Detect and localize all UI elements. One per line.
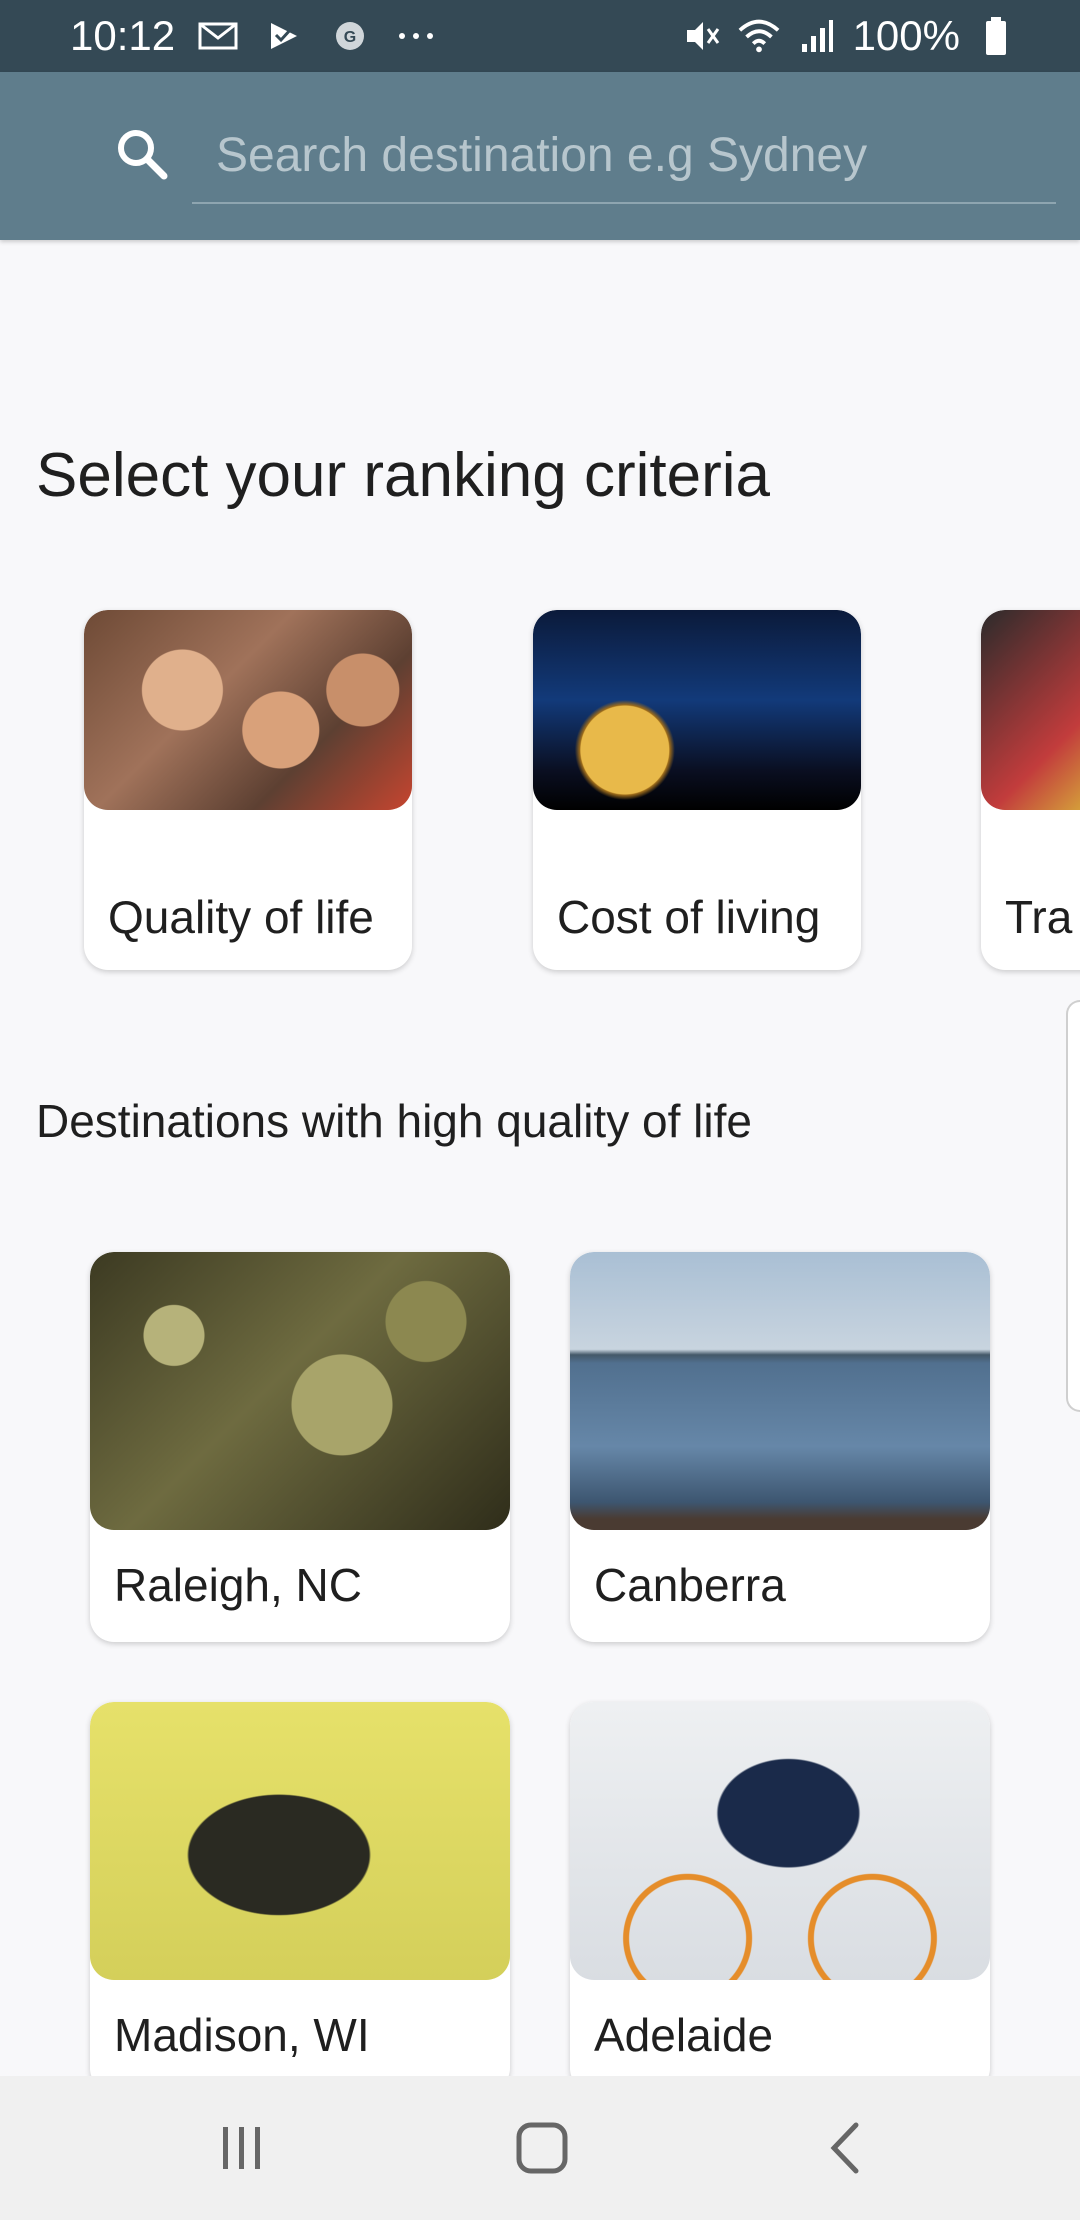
criteria-card-quality-of-life[interactable]: Quality of life [84, 610, 412, 970]
status-bar: 10:12 G 100% [0, 0, 1080, 72]
system-nav-bar [0, 2076, 1080, 2220]
search-icon[interactable] [112, 124, 172, 184]
more-icon [394, 14, 438, 58]
criteria-label: Cost of living [557, 891, 821, 943]
destination-image [570, 1252, 990, 1530]
battery-icon [974, 14, 1018, 58]
criteria-label: Tra [1005, 891, 1073, 943]
destination-card-madison[interactable]: Madison, WI [90, 1702, 510, 2092]
criteria-image [533, 610, 861, 810]
criteria-card-traffic[interactable]: Tra [981, 610, 1080, 970]
criteria-label: Quality of life [108, 891, 374, 943]
side-panel-handle[interactable] [1066, 1000, 1080, 1412]
check-icon [262, 14, 306, 58]
back-icon[interactable] [806, 2108, 886, 2188]
battery-percent: 100% [852, 12, 960, 59]
destination-label: Adelaide [594, 2009, 774, 2061]
destination-image [90, 1252, 510, 1530]
signal-icon [795, 14, 839, 58]
search-input[interactable] [192, 108, 1056, 204]
svg-text:G: G [344, 29, 356, 46]
criteria-image [84, 610, 412, 810]
criteria-card-cost-of-living[interactable]: Cost of living [533, 610, 861, 970]
destination-label: Madison, WI [114, 2009, 370, 2061]
destination-card-raleigh[interactable]: Raleigh, NC [90, 1252, 510, 1642]
wifi-icon [737, 14, 781, 58]
criteria-title: Select your ranking criteria [36, 441, 770, 510]
status-time: 10:12 [70, 12, 176, 59]
criteria-carousel[interactable]: Quality of life Cost of living Tra [0, 606, 1080, 986]
destination-card-canberra[interactable]: Canberra [570, 1252, 990, 1642]
destination-image [90, 1702, 510, 1980]
destinations-title: Destinations with high quality of life [36, 1095, 752, 1147]
gmail-icon [196, 14, 240, 58]
criteria-image [981, 610, 1080, 810]
app-bar [0, 72, 1080, 240]
destination-card-adelaide[interactable]: Adelaide [570, 1702, 990, 2092]
destination-label: Raleigh, NC [114, 1559, 362, 1611]
destination-image [570, 1702, 990, 1980]
recents-icon[interactable] [202, 2108, 282, 2188]
destination-label: Canberra [594, 1559, 786, 1611]
home-icon[interactable] [502, 2108, 582, 2188]
g-icon: G [328, 14, 372, 58]
mute-icon [679, 14, 723, 58]
